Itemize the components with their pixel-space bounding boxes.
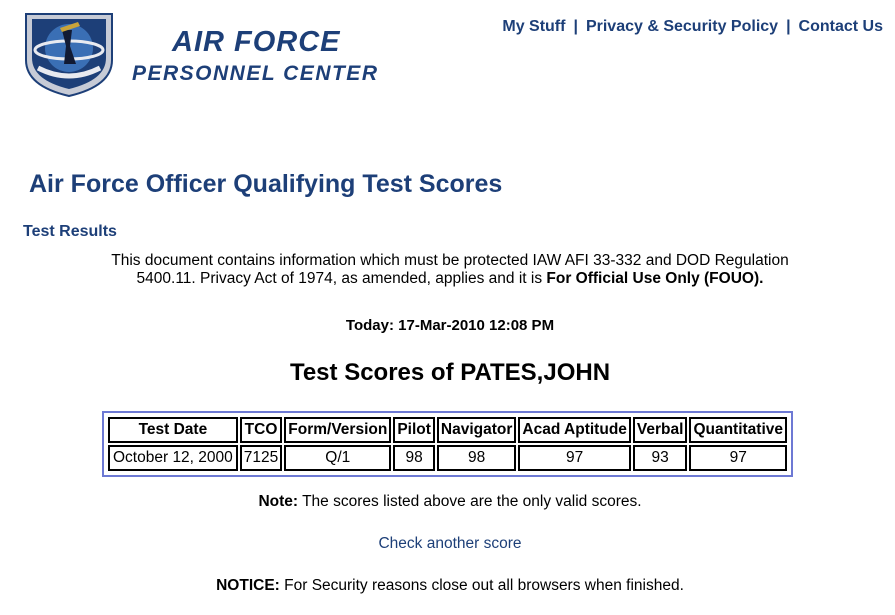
table-cell-acad-aptitude: 97	[518, 445, 631, 471]
check-another-score: Check another score	[0, 535, 895, 553]
note-text: The scores listed above are the only val…	[298, 493, 642, 510]
scores-heading: Test Scores of PATES,JOHN	[289, 359, 611, 386]
table-cell-test-date: October 12, 2000	[108, 445, 238, 471]
column-header: Quantitative	[689, 417, 788, 443]
column-header: Test Date	[108, 417, 238, 443]
table-cell-pilot: 98	[393, 445, 435, 471]
table-cell-verbal: 93	[632, 445, 688, 471]
table-cell-form-version: Q/1	[284, 445, 392, 471]
afpc-seal-logo	[25, 13, 113, 98]
scores-table-frame: Test Date TCO Form/Version Pilot Navigat…	[102, 411, 794, 477]
security-notice: NOTICE: For Security reasons close out a…	[0, 577, 895, 595]
column-header: Verbal	[632, 417, 688, 443]
notice-text: For Security reasons close out all brows…	[279, 577, 684, 594]
column-header: Acad Aptitude	[518, 417, 631, 443]
note-line: Note: The scores listed above are the on…	[0, 493, 895, 511]
brand-title-line2: PERSONNEL CENTER	[132, 62, 379, 85]
table-cell-navigator: 98	[436, 445, 517, 471]
check-another-score-link[interactable]: Check another score	[378, 535, 521, 552]
table-cell-quantitative: 97	[689, 445, 788, 471]
nav-privacy-security-link[interactable]: Privacy & Security Policy	[586, 18, 778, 35]
column-header: Pilot	[393, 417, 435, 443]
table-row: October 12, 2000 7125 Q/1 98 98 97 93 97	[108, 445, 788, 471]
nav-separator: |	[786, 18, 791, 35]
column-header: Navigator	[436, 417, 517, 443]
column-header: Form/Version	[284, 417, 392, 443]
notice-label: NOTICE:	[216, 577, 280, 594]
fouo-label: For Official Use Only (FOUO).	[546, 270, 764, 287]
table-header-row: Test Date TCO Form/Version Pilot Navigat…	[108, 417, 788, 443]
column-header: TCO	[239, 417, 283, 443]
page-title: Air Force Officer Qualifying Test Scores	[29, 170, 503, 198]
note-label: Note:	[258, 493, 299, 510]
scores-table: Test Date TCO Form/Version Pilot Navigat…	[106, 415, 789, 473]
today-timestamp: Today: 17-Mar-2010 12:08 PM	[345, 317, 555, 334]
privacy-notice: This document contains information which…	[80, 252, 820, 288]
top-navigation: My Stuff | Privacy & Security Policy | Conta…	[502, 18, 883, 36]
nav-separator: |	[573, 18, 578, 35]
nav-contact-us-link[interactable]: Contact Us	[799, 18, 883, 35]
table-cell-tco: 7125	[239, 445, 283, 471]
brand-title-line1: AIR FORCE	[172, 26, 341, 58]
nav-my-stuff-link[interactable]: My Stuff	[502, 18, 565, 35]
section-heading: Test Results	[23, 223, 117, 240]
